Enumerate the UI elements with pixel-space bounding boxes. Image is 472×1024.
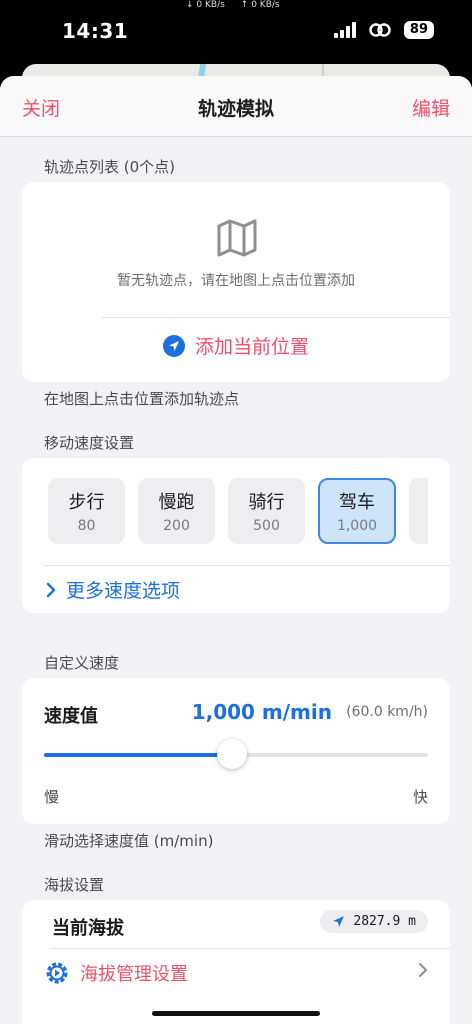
speed-slider[interactable] bbox=[44, 739, 428, 769]
slider-max-label: 快 bbox=[412, 788, 428, 806]
cellular-signal-icon bbox=[333, 22, 356, 38]
battery-icon: 89 bbox=[403, 21, 434, 39]
speed-settings-header: 移动速度设置 bbox=[44, 434, 135, 452]
track-list-footer: 在地图上点击位置添加轨迹点 bbox=[44, 390, 240, 408]
add-current-location-label: 添加当前位置 bbox=[194, 336, 309, 358]
map-icon bbox=[217, 219, 257, 257]
speed-preset-drive[interactable]: 驾车 1,000 bbox=[318, 478, 396, 544]
gear-icon bbox=[46, 962, 68, 984]
custom-speed-footer: 滑动选择速度值 (m/min) bbox=[44, 832, 214, 850]
speed-slider-fill bbox=[44, 753, 233, 757]
download-speed: ↓ 0 KB/s bbox=[186, 0, 225, 10]
add-current-location-button[interactable]: 添加当前位置 bbox=[22, 332, 450, 359]
speed-preset-partial[interactable] bbox=[409, 478, 428, 544]
current-altitude-badge: 2827.9 m bbox=[320, 910, 428, 933]
upload-speed: ↑ 0 KB/s bbox=[240, 0, 280, 10]
divider bbox=[44, 565, 450, 566]
speed-value: 1,000 m/min bbox=[191, 700, 332, 724]
empty-state-text: 暂无轨迹点，请在地图上点击位置添加 bbox=[117, 273, 355, 289]
current-altitude-label: 当前海拔 bbox=[52, 918, 124, 939]
track-list-header: 轨迹点列表 (0个点) bbox=[44, 158, 176, 176]
page-title: 轨迹模拟 bbox=[197, 98, 274, 120]
speed-slider-thumb[interactable] bbox=[217, 739, 248, 769]
chevron-right-icon bbox=[46, 582, 56, 597]
status-bar: 14:31 ↓ 0 KB/s ↑ 0 KB/s 89 bbox=[0, 0, 472, 62]
location-arrow-icon bbox=[333, 916, 345, 927]
more-speed-options-label: 更多速度选项 bbox=[66, 580, 181, 602]
location-arrow-icon bbox=[162, 334, 185, 357]
divider bbox=[52, 948, 450, 949]
track-simulation-sheet: 关闭 轨迹模拟 编辑 轨迹点列表 (0个点) 暂无轨迹点，请在地图上点击位置添加… bbox=[0, 76, 472, 1024]
chevron-right-icon[interactable] bbox=[418, 962, 428, 978]
status-time: 14:31 bbox=[62, 19, 129, 43]
altitude-management-label: 海拔管理设置 bbox=[80, 964, 188, 985]
custom-speed-header: 自定义速度 bbox=[44, 654, 120, 672]
more-speed-options-button[interactable]: 更多速度选项 bbox=[46, 576, 180, 603]
speed-kmh: (60.0 km/h) bbox=[346, 704, 428, 720]
altitude-management-button[interactable]: 海拔管理设置 bbox=[44, 960, 188, 986]
slider-min-label: 慢 bbox=[44, 788, 60, 806]
speed-preset-name: 驾车 bbox=[339, 492, 375, 513]
speed-preset-name: 骑行 bbox=[248, 492, 285, 513]
nav-bar: 关闭 轨迹模拟 编辑 bbox=[0, 76, 472, 137]
speed-preset-value: 500 bbox=[253, 518, 280, 534]
speed-preset-walk[interactable]: 步行 80 bbox=[48, 478, 125, 544]
speed-preset-value: 1,000 bbox=[336, 518, 378, 534]
altitude-header: 海拔设置 bbox=[44, 876, 105, 894]
altitude-card: 当前海拔 2827.9 m 海拔管理设置 bbox=[22, 900, 450, 1024]
home-indicator[interactable] bbox=[152, 1011, 320, 1016]
speed-value-label: 速度值 bbox=[44, 706, 98, 727]
speed-settings-card: 步行 80 慢跑 200 骑行 500 驾车 1,000 更多速度选项 bbox=[22, 458, 450, 613]
network-speeds: ↓ 0 KB/s ↑ 0 KB/s bbox=[186, 0, 280, 10]
track-list-card: 暂无轨迹点，请在地图上点击位置添加 添加当前位置 bbox=[22, 182, 450, 382]
speed-preset-name: 步行 bbox=[68, 492, 105, 513]
edit-button[interactable]: 编辑 bbox=[412, 94, 450, 121]
custom-speed-card: 速度值 1,000 m/min (60.0 km/h) 慢 快 bbox=[22, 678, 450, 824]
divider bbox=[102, 317, 450, 318]
speed-preset-row[interactable]: 步行 80 慢跑 200 骑行 500 驾车 1,000 bbox=[48, 478, 428, 546]
current-altitude-value: 2827.9 m bbox=[353, 914, 416, 929]
speed-preset-bike[interactable]: 骑行 500 bbox=[228, 478, 305, 544]
speed-preset-jog[interactable]: 慢跑 200 bbox=[138, 478, 215, 544]
speed-preset-value: 80 bbox=[77, 518, 96, 534]
status-icons: 89 bbox=[333, 21, 434, 39]
speed-preset-value: 200 bbox=[163, 518, 190, 534]
link-icon bbox=[369, 23, 391, 37]
speed-preset-name: 慢跑 bbox=[158, 492, 195, 513]
